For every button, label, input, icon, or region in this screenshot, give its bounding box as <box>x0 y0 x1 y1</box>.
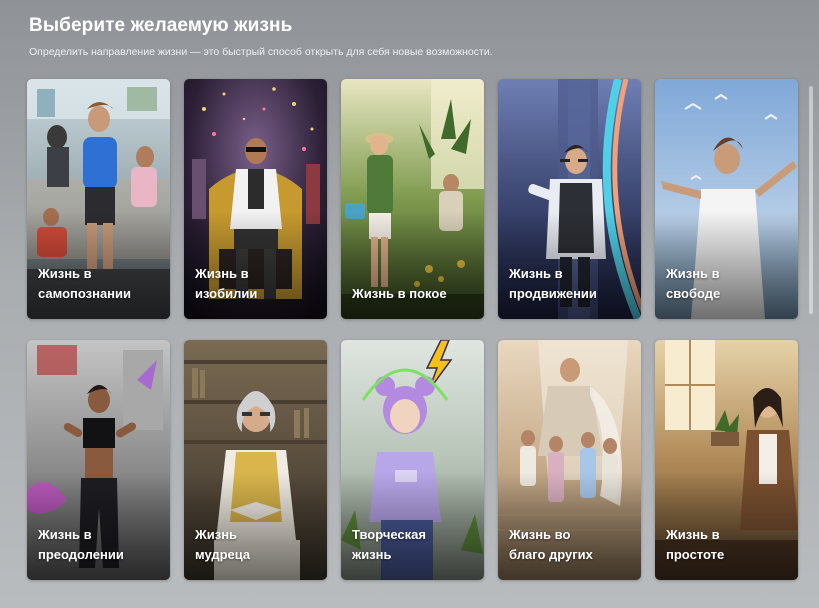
card-label: Жизнь мудреца <box>195 527 251 562</box>
card-freedom[interactable]: Жизнь в свободе <box>655 79 798 319</box>
scrollbar[interactable] <box>809 86 813 314</box>
card-label: Жизнь в изобилии <box>195 266 258 301</box>
card-self-knowledge[interactable]: Жизнь в самопознании <box>27 79 170 319</box>
card-advancement[interactable]: Жизнь в продвижении <box>498 79 641 319</box>
page-title: Выберите желаемую жизнь <box>29 15 293 36</box>
card-label: Жизнь во благо других <box>509 527 593 562</box>
card-label: Жизнь в преодолении <box>38 527 124 562</box>
card-creative[interactable]: Творческая жизнь <box>341 340 484 580</box>
card-label: Жизнь в простоте <box>666 527 725 562</box>
card-label: Жизнь в покое <box>352 286 447 301</box>
card-peace[interactable]: Жизнь в покое <box>341 79 484 319</box>
card-overcoming[interactable]: Жизнь в преодолении <box>27 340 170 580</box>
card-label: Жизнь в продвижении <box>509 266 597 301</box>
life-options-grid: Жизнь в самопознании Жизнь в изобилии Жи… <box>27 79 798 580</box>
card-simplicity[interactable]: Жизнь в простоте <box>655 340 798 580</box>
card-for-others[interactable]: Жизнь во благо других <box>498 340 641 580</box>
page-subtitle: Определить направление жизни — это быстр… <box>29 46 493 58</box>
card-label: Творческая жизнь <box>352 527 426 562</box>
card-abundance[interactable]: Жизнь в изобилии <box>184 79 327 319</box>
card-label: Жизнь в свободе <box>666 266 721 301</box>
card-label: Жизнь в самопознании <box>38 266 132 301</box>
card-sage[interactable]: Жизнь мудреца <box>184 340 327 580</box>
